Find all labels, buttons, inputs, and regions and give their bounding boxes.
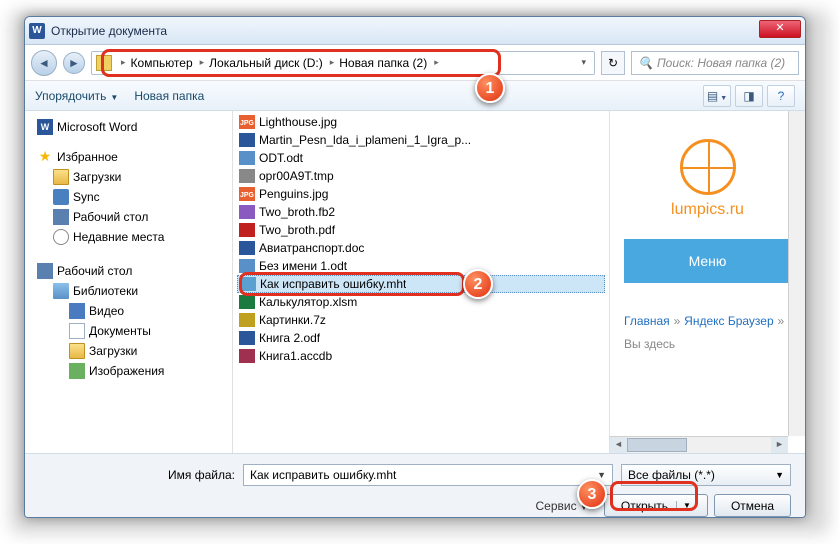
file-name: opr00A9T.tmp [259,169,334,183]
file-row[interactable]: Penguins.jpg [233,185,609,203]
window-title: Открытие документа [51,24,167,38]
breadcrumb: ▸Компьютер [116,56,195,70]
command-toolbar: Упорядочить▼ Новая папка ▤▼ ◨ ? [25,81,805,111]
sidebar-item-libraries[interactable]: Библиотеки [25,281,232,301]
file-row[interactable]: ODT.odt [233,149,609,167]
navigation-pane: WMicrosoft Word ★Избранное Загрузки Sync… [25,111,233,453]
file-name: ODT.odt [259,151,303,165]
file-type-icon [239,313,255,327]
sidebar-item-favorites[interactable]: ★Избранное [25,147,232,167]
file-name: Two_broth.pdf [259,223,335,237]
file-type-filter[interactable]: Все файлы (*.*)▼ [621,464,791,486]
open-file-dialog: W Открытие документа ✕ ◄ ► ▸Компьютер ▸Л… [24,16,806,518]
file-type-icon [239,169,255,183]
filename-label: Имя файла: [39,468,235,482]
annotation-marker-1: 1 [475,73,505,103]
dialog-footer: Имя файла: Как исправить ошибку.mht▼ Все… [25,453,805,518]
help-button[interactable]: ? [767,85,795,107]
preview-v-scrollbar[interactable] [788,111,805,436]
sidebar-item-downloads2[interactable]: Загрузки [25,341,232,361]
file-type-icon [239,115,255,129]
file-row[interactable]: Картинки.7z [233,311,609,329]
view-mode-button[interactable]: ▤▼ [703,85,731,107]
sidebar-item-documents[interactable]: Документы [25,321,232,341]
file-row[interactable]: Без имени 1.odt [233,257,609,275]
file-name: Книга 2.odf [259,331,320,345]
sidebar-item-recent[interactable]: Недавние места [25,227,232,247]
folder-icon [96,55,112,71]
sidebar-item-images[interactable]: Изображения [25,361,232,381]
file-name: Как исправить ошибку.mht [260,277,406,291]
file-row[interactable]: Книга1.accdb [233,347,609,365]
preview-pane: lumpics.ru Меню Главная » Яндекс Браузер… [609,111,805,453]
file-name: Картинки.7z [259,313,326,327]
file-type-icon [240,277,256,291]
nav-toolbar: ◄ ► ▸Компьютер ▸Локальный диск (D:) ▸Нов… [25,45,805,81]
cancel-button[interactable]: Отмена [714,494,791,517]
refresh-button[interactable]: ↻ [601,51,625,75]
sidebar-item-sync[interactable]: Sync [25,187,232,207]
file-type-icon [239,187,255,201]
file-name: Калькулятор.xlsm [259,295,357,309]
preview-pane-button[interactable]: ◨ [735,85,763,107]
file-row[interactable]: Lighthouse.jpg [233,113,609,131]
back-button[interactable]: ◄ [31,50,57,76]
sidebar-item-video[interactable]: Видео [25,301,232,321]
file-type-icon [239,331,255,345]
word-app-icon: W [29,23,45,39]
organize-menu[interactable]: Упорядочить▼ [35,89,118,103]
sidebar-item-desktop-root[interactable]: Рабочий стол [25,261,232,281]
file-list[interactable]: Lighthouse.jpg Martin_Pesn_lda_i_plameni_… [233,111,609,453]
file-type-icon [239,241,255,255]
file-row[interactable]: Two_broth.fb2 [233,203,609,221]
preview-menu-button: Меню [624,239,791,283]
open-button[interactable]: Открыть▼ [604,494,708,517]
annotation-marker-2: 2 [463,269,493,299]
file-name: Авиатранспорт.doc [259,241,364,255]
search-input[interactable]: 🔍 Поиск: Новая папка (2) [631,51,799,75]
file-row[interactable]: Как исправить ошибку.mht [237,275,605,293]
sidebar-item-downloads[interactable]: Загрузки [25,167,232,187]
search-icon: 🔍 [638,56,653,70]
brand-text: lumpics.ru [618,201,797,219]
file-name: Без имени 1.odt [259,259,347,273]
file-row[interactable]: Калькулятор.xlsm [233,293,609,311]
close-button[interactable]: ✕ [759,20,801,38]
file-row[interactable]: Авиатранспорт.doc [233,239,609,257]
file-name: Martin_Pesn_lda_i_plameni_1_Igra_p... [259,133,471,147]
sidebar-item-word[interactable]: WMicrosoft Word [25,117,232,137]
file-row[interactable]: Книга 2.odf [233,329,609,347]
file-type-icon [239,133,255,147]
breadcrumb: ▸Локальный диск (D:) [195,56,325,70]
file-name: Книга1.accdb [259,349,332,363]
sidebar-item-desktop[interactable]: Рабочий стол [25,207,232,227]
file-type-icon [239,151,255,165]
file-row[interactable]: Two_broth.pdf [233,221,609,239]
file-type-icon [239,349,255,363]
file-type-icon [239,205,255,219]
breadcrumb: ▸Новая папка (2) [325,56,429,70]
address-bar[interactable]: ▸Компьютер ▸Локальный диск (D:) ▸Новая п… [91,51,595,75]
file-type-icon [239,295,255,309]
titlebar: W Открытие документа ✕ [25,17,805,45]
new-folder-button[interactable]: Новая папка [134,89,204,103]
file-name: Penguins.jpg [259,187,328,201]
file-row[interactable]: opr00A9T.tmp [233,167,609,185]
file-name: Lighthouse.jpg [259,115,337,129]
annotation-marker-3: 3 [577,479,607,509]
file-type-icon [239,259,255,273]
file-row[interactable]: Martin_Pesn_lda_i_plameni_1_Igra_p... [233,131,609,149]
forward-button[interactable]: ► [63,52,85,74]
preview-h-scrollbar[interactable]: ◄► [610,436,788,453]
filename-input[interactable]: Как исправить ошибку.mht▼ [243,464,613,486]
file-type-icon [239,223,255,237]
lumpics-logo-icon [680,139,736,195]
file-name: Two_broth.fb2 [259,205,335,219]
